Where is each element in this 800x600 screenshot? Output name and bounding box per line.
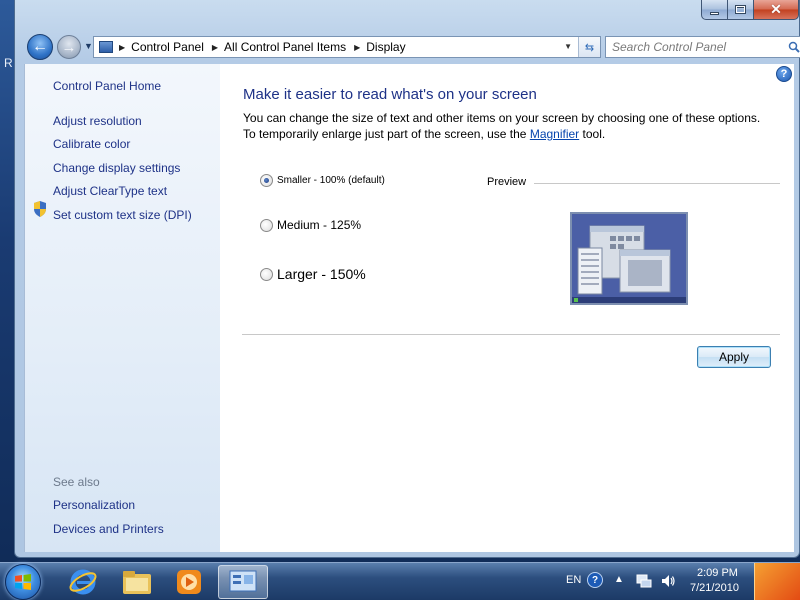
taskbar-windows-explorer[interactable] bbox=[112, 565, 162, 599]
apply-button[interactable]: Apply bbox=[697, 346, 771, 368]
preview-image bbox=[570, 212, 688, 305]
show-hidden-icons-icon[interactable]: ▲ bbox=[614, 574, 624, 585]
personalization-link[interactable]: Personalization bbox=[53, 498, 135, 512]
close-button[interactable]: ✕ bbox=[754, 0, 799, 20]
network-icon[interactable] bbox=[636, 573, 652, 589]
breadcrumb-chevron-icon[interactable]: ▶ bbox=[354, 43, 360, 52]
breadcrumb-chevron-icon[interactable]: ▶ bbox=[119, 43, 125, 52]
option-smaller-label: Smaller - 100% (default) bbox=[277, 175, 385, 186]
help-icon[interactable]: ? bbox=[776, 66, 792, 82]
maximize-icon bbox=[735, 5, 746, 14]
preview-label: Preview bbox=[487, 176, 527, 188]
breadcrumb-control-panel[interactable]: Control Panel bbox=[131, 40, 204, 54]
forward-button[interactable]: → bbox=[57, 35, 81, 59]
description-text: You can change the size of text and othe… bbox=[243, 111, 761, 141]
volume-icon[interactable] bbox=[660, 573, 676, 589]
uac-shield-icon bbox=[34, 201, 46, 217]
option-larger[interactable]: Larger - 150% bbox=[260, 266, 366, 282]
taskbar: EN ? ▲ 2:09 PM 7/21/2010 bbox=[0, 562, 800, 600]
help-tray-icon[interactable]: ? bbox=[587, 572, 603, 588]
address-dropdown-icon[interactable]: ▼ bbox=[564, 42, 572, 51]
control-panel-icon bbox=[99, 41, 113, 53]
radio-smaller[interactable] bbox=[260, 174, 273, 187]
media-player-icon bbox=[177, 570, 201, 594]
control-panel-icon bbox=[229, 570, 257, 592]
option-larger-label: Larger - 150% bbox=[277, 266, 366, 282]
preview-divider bbox=[534, 183, 780, 184]
option-medium-label: Medium - 125% bbox=[277, 218, 362, 232]
magnifier-link[interactable]: Magnifier bbox=[530, 127, 579, 141]
recent-pages-dropdown[interactable]: ▼ bbox=[84, 41, 93, 51]
minimize-button[interactable] bbox=[701, 0, 728, 20]
search-box bbox=[605, 36, 800, 58]
see-also-heading: See also bbox=[53, 475, 100, 489]
breadcrumb-all-items[interactable]: All Control Panel Items bbox=[224, 40, 346, 54]
start-button[interactable] bbox=[5, 564, 41, 600]
breadcrumb-chevron-icon[interactable]: ▶ bbox=[212, 43, 218, 52]
show-desktop-button[interactable] bbox=[754, 563, 800, 600]
refresh-button[interactable]: ⇆ bbox=[578, 37, 600, 57]
radio-larger[interactable] bbox=[260, 267, 273, 281]
content-pane: ? Make it easier to read what's on your … bbox=[220, 64, 794, 552]
window-controls: ✕ bbox=[701, 0, 799, 20]
breadcrumb-display[interactable]: Display bbox=[366, 40, 405, 54]
adjust-cleartype-link[interactable]: Adjust ClearType text bbox=[53, 184, 167, 198]
back-button[interactable]: ← bbox=[27, 34, 53, 60]
windows-logo-icon bbox=[15, 574, 31, 590]
breadcrumb: ▶ Control Panel ▶ All Control Panel Item… bbox=[119, 40, 414, 54]
maximize-button[interactable] bbox=[728, 0, 754, 20]
clock-time[interactable]: 2:09 PM bbox=[697, 567, 738, 579]
option-medium[interactable]: Medium - 125% bbox=[260, 218, 361, 232]
desktop-icon-label: R bbox=[4, 56, 13, 70]
folder-icon bbox=[123, 571, 151, 594]
taskbar-control-panel[interactable] bbox=[218, 565, 268, 599]
taskbar-media-player[interactable] bbox=[164, 565, 214, 599]
adjust-resolution-link[interactable]: Adjust resolution bbox=[53, 114, 142, 128]
clock-date[interactable]: 7/21/2010 bbox=[690, 582, 739, 594]
change-display-settings-link[interactable]: Change display settings bbox=[53, 161, 180, 175]
devices-and-printers-link[interactable]: Devices and Printers bbox=[53, 522, 164, 536]
forward-arrow-icon: → bbox=[61, 38, 77, 56]
minimize-icon bbox=[710, 11, 719, 15]
calibrate-color-link[interactable]: Calibrate color bbox=[53, 137, 130, 151]
refresh-icon: ⇆ bbox=[584, 41, 595, 54]
close-icon: ✕ bbox=[770, 1, 782, 17]
radio-medium[interactable] bbox=[260, 218, 273, 232]
taskbar-internet-explorer[interactable] bbox=[58, 565, 108, 599]
search-icon[interactable] bbox=[784, 37, 800, 57]
description-text-end: tool. bbox=[579, 127, 606, 141]
internet-explorer-icon bbox=[69, 569, 97, 595]
search-input[interactable] bbox=[606, 38, 784, 56]
page-description: You can change the size of text and othe… bbox=[243, 110, 773, 142]
option-smaller[interactable]: Smaller - 100% (default) bbox=[260, 174, 385, 187]
address-bar[interactable]: ▶ Control Panel ▶ All Control Panel Item… bbox=[93, 36, 601, 58]
navigation-pane: Control Panel Home Adjust resolution Cal… bbox=[24, 64, 220, 552]
control-panel-home-link[interactable]: Control Panel Home bbox=[53, 79, 161, 93]
content-divider bbox=[242, 334, 780, 335]
set-custom-text-size-link[interactable]: Set custom text size (DPI) bbox=[53, 208, 192, 222]
language-indicator[interactable]: EN bbox=[566, 574, 581, 586]
back-arrow-icon: ← bbox=[32, 38, 48, 55]
page-title: Make it easier to read what's on your sc… bbox=[243, 86, 537, 103]
